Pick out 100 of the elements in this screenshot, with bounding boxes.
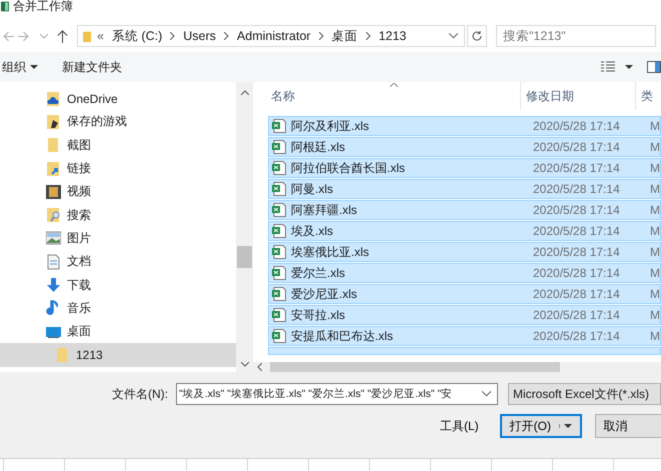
organize-menu[interactable]: 组织 bbox=[0, 58, 40, 76]
document-icon bbox=[46, 254, 61, 270]
file-row[interactable]: 阿尔及利亚.xls 2020/5/28 17:14 M bbox=[268, 116, 661, 136]
cloud-folder-icon bbox=[46, 90, 61, 107]
table-cell-text: 2020/5/28 17:14 bbox=[532, 266, 621, 280]
scrollbar[interactable] bbox=[236, 82, 253, 372]
file-name: 爱沙尼亚.xls bbox=[291, 286, 358, 302]
sidebar-item[interactable]: 搜索 bbox=[0, 203, 236, 227]
down-arrow-icon bbox=[46, 277, 61, 294]
chevron-down-icon[interactable] bbox=[449, 33, 458, 39]
breadcrumb[interactable]: « bbox=[97, 29, 104, 43]
table-cell-text: 2020/5/28 17:14 bbox=[532, 287, 621, 301]
folder-icon bbox=[46, 137, 61, 154]
breadcrumb[interactable]: 桌面 bbox=[332, 28, 358, 44]
spreadsheet-file-icon bbox=[272, 266, 286, 280]
sidebar-item[interactable]: OneDrive bbox=[0, 87, 236, 110]
sidebar-item[interactable]: 视频 bbox=[0, 180, 236, 204]
spreadsheet-file-icon bbox=[272, 203, 286, 217]
file-name: 阿尔及利亚.xls bbox=[291, 118, 370, 134]
spreadsheet-file-icon bbox=[272, 119, 286, 133]
table-cell-text: M bbox=[649, 266, 660, 280]
filename-label: 文件名(N): bbox=[112, 386, 169, 402]
preview-pane-icon[interactable] bbox=[647, 61, 661, 73]
file-row[interactable]: 阿拉伯联合酋长国.xls 2020/5/28 17:14 M bbox=[268, 158, 661, 178]
sidebar-item[interactable]: 链接 bbox=[0, 156, 236, 180]
breadcrumb[interactable]: 1213 bbox=[378, 29, 406, 43]
cancel-button[interactable]: 取消 bbox=[594, 414, 661, 438]
caret-down-icon[interactable] bbox=[625, 65, 633, 69]
table-cell-text: 2020/5/28 17:14 bbox=[532, 203, 621, 217]
sidebar-item[interactable]: 下载 bbox=[0, 273, 236, 297]
open-button[interactable]: 打开(O) bbox=[500, 414, 582, 438]
file-row[interactable]: 埃及.xls 2020/5/28 17:14 M bbox=[268, 221, 661, 241]
refresh-button[interactable] bbox=[467, 25, 487, 47]
chevron-right-icon bbox=[224, 32, 229, 40]
file-name: 安哥拉.xls bbox=[291, 306, 346, 324]
film-icon bbox=[46, 184, 61, 200]
picture-icon bbox=[46, 230, 61, 246]
file-name: 安提瓜和巴布达.xls bbox=[291, 328, 394, 344]
music-note-icon bbox=[46, 300, 61, 316]
table-cell-text: M bbox=[649, 203, 660, 217]
sidebar-item[interactable]: 截图 bbox=[0, 134, 236, 157]
file-row[interactable]: 爱沙尼亚.xls 2020/5/28 17:14 M bbox=[268, 284, 661, 304]
file-row[interactable]: 安哥拉.xls 2020/5/28 17:14 M bbox=[268, 305, 661, 325]
filename-field[interactable]: "埃及.xls" "埃塞俄比亚.xls" "爱尔兰.xls" "爱沙尼亚.xls" "安 bbox=[176, 383, 498, 405]
column-header[interactable]: 名称 bbox=[268, 82, 520, 110]
table-cell-text: 2020/5/28 17:14 bbox=[532, 308, 621, 322]
breadcrumb[interactable]: Users bbox=[183, 29, 216, 43]
scroll-left-icon[interactable] bbox=[257, 363, 262, 371]
table-cell-text: M bbox=[649, 182, 660, 196]
file-row[interactable]: 埃塞俄比亚.xls 2020/5/28 17:14 M bbox=[268, 242, 661, 262]
sidebar-item[interactable]: 保存的游戏 bbox=[0, 110, 236, 134]
spreadsheet-file-icon bbox=[272, 308, 286, 322]
sidebar-item[interactable]: 图片 bbox=[0, 226, 236, 250]
table-cell-text: 2020/5/28 17:14 bbox=[532, 329, 621, 343]
sidebar-item[interactable]: 1213 bbox=[0, 343, 236, 367]
column-header[interactable]: 修改日期 bbox=[520, 82, 635, 110]
search-field[interactable]: 搜索"1213" bbox=[496, 25, 656, 47]
file-row[interactable]: 阿根廷.xls 2020/5/28 17:14 M bbox=[268, 137, 661, 157]
folder-icon bbox=[55, 346, 70, 363]
spreadsheet-file-icon bbox=[272, 224, 286, 238]
table-cell-text: 2020/5/28 17:14 bbox=[532, 140, 621, 154]
scroll-thumb[interactable] bbox=[237, 246, 252, 268]
file-name: 爱尔兰.xls bbox=[291, 264, 346, 282]
scroll-thumb[interactable] bbox=[270, 362, 560, 372]
file-type-dropdown[interactable]: Microsoft Excel文件(*.xls) bbox=[508, 383, 661, 405]
link-folder-icon bbox=[46, 160, 61, 177]
spreadsheet-file-icon bbox=[272, 245, 286, 259]
caret-down-icon[interactable] bbox=[558, 424, 572, 428]
list-view-icon[interactable] bbox=[601, 61, 615, 73]
scroll-up-icon[interactable] bbox=[240, 90, 248, 95]
chevron-right-icon bbox=[318, 32, 324, 40]
scroll-down-icon[interactable] bbox=[240, 362, 248, 367]
breadcrumb[interactable]: Administrator bbox=[236, 29, 311, 43]
tools-menu[interactable]: 工具(L) bbox=[440, 418, 479, 434]
table-cell-text: 2020/5/28 17:14 bbox=[532, 245, 621, 259]
sidebar-item[interactable]: 音乐 bbox=[0, 296, 236, 320]
file-name: 阿曼.xls bbox=[291, 180, 334, 198]
file-row[interactable]: 阿塞拜疆.xls 2020/5/28 17:14 M bbox=[268, 200, 661, 220]
sidebar-item[interactable]: 文档 bbox=[0, 250, 236, 274]
file-row[interactable]: 爱尔兰.xls 2020/5/28 17:14 M bbox=[268, 263, 661, 283]
sidebar-item[interactable]: 桌面 bbox=[0, 320, 236, 344]
file-name: 埃塞俄比亚.xls bbox=[291, 244, 370, 260]
column-header[interactable]: 类 bbox=[635, 82, 661, 110]
spreadsheet-file-icon bbox=[272, 182, 286, 196]
file-row[interactable]: 阿曼.xls 2020/5/28 17:14 M bbox=[268, 179, 661, 199]
up-arrow-icon[interactable] bbox=[56, 30, 69, 42]
spreadsheet-file-icon bbox=[272, 140, 286, 154]
table-cell-text: M bbox=[649, 224, 660, 238]
spreadsheet-file-icon bbox=[272, 287, 286, 301]
chevron-down-icon[interactable] bbox=[482, 391, 491, 397]
table-cell-text: 2020/5/28 17:14 bbox=[532, 161, 621, 175]
scrollbar[interactable] bbox=[253, 362, 661, 372]
new-folder-button[interactable]: 新建文件夹 bbox=[60, 58, 124, 76]
table-cell-text: M bbox=[649, 119, 660, 133]
address-bar[interactable]: « 系统 (C:) Users Administrator 桌面 1213 bbox=[77, 25, 465, 47]
table-cell-text: 2020/5/28 17:14 bbox=[532, 182, 621, 196]
breadcrumb[interactable]: 系统 (C:) bbox=[112, 28, 162, 44]
file-row[interactable]: 安提瓜和巴布达.xls 2020/5/28 17:14 M bbox=[268, 326, 661, 346]
magnifier-folder-icon bbox=[46, 207, 61, 224]
file-name: 埃及.xls bbox=[291, 222, 334, 240]
